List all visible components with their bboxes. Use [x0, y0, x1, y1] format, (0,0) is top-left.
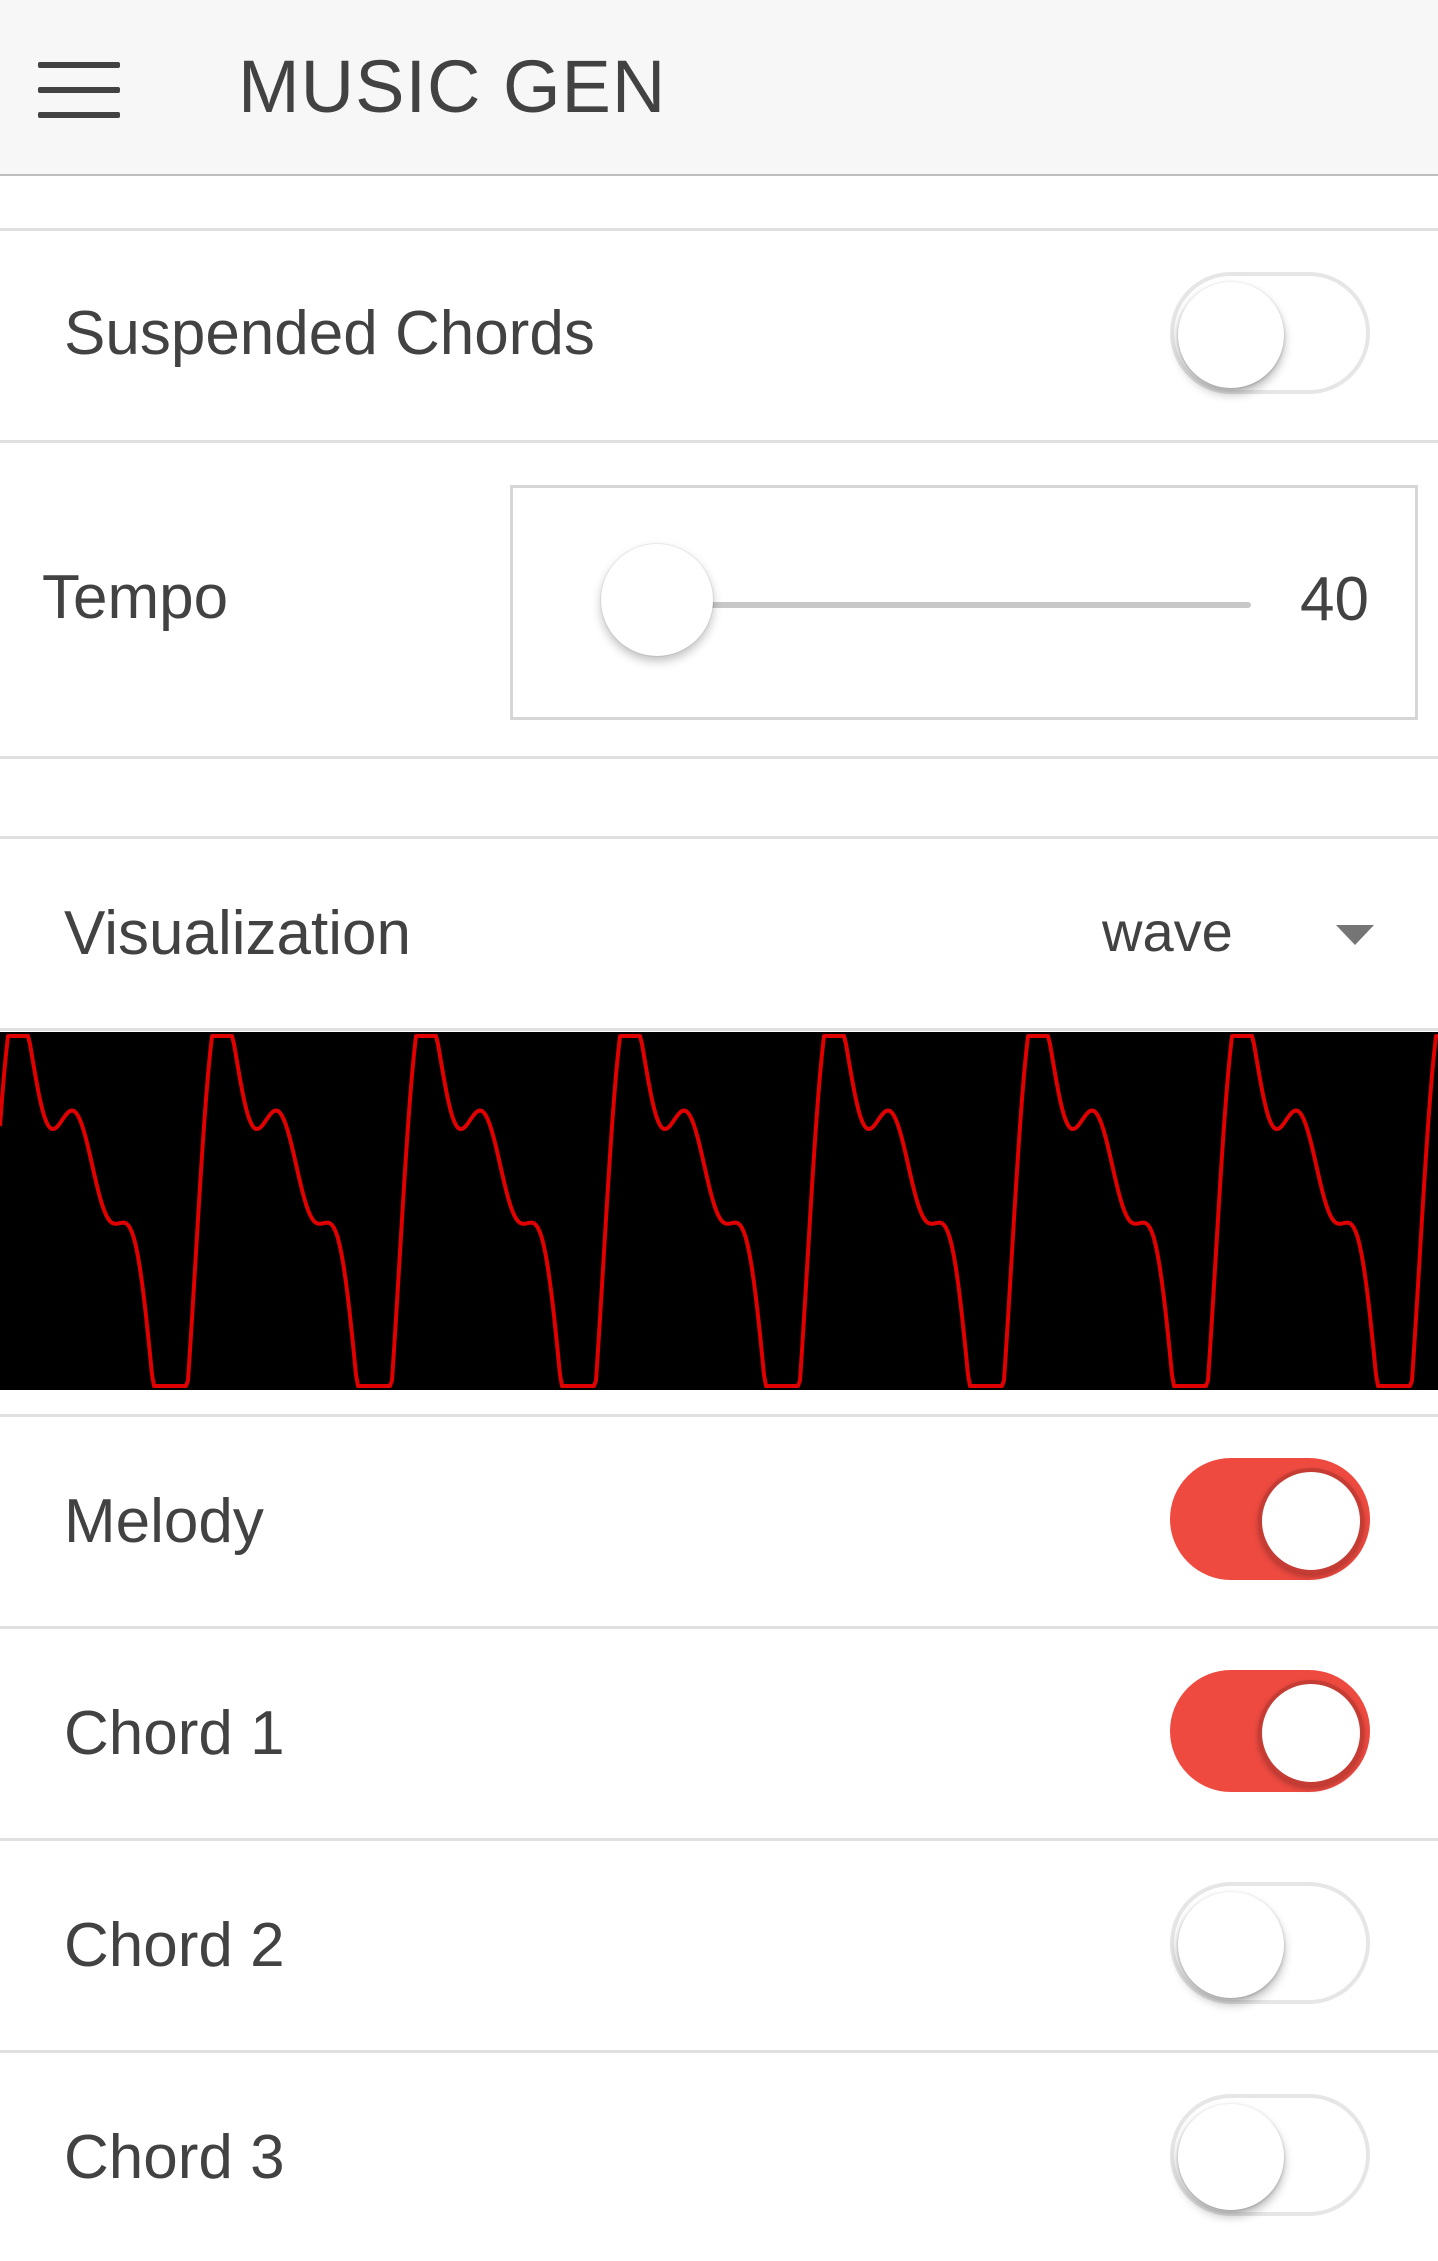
- divider: [0, 836, 1438, 839]
- suspended-chords-label: Suspended Chords: [64, 299, 595, 368]
- dropdown-arrow-icon: [1336, 925, 1374, 945]
- divider: [0, 1626, 1438, 1629]
- divider: [0, 2050, 1438, 2053]
- divider: [0, 228, 1438, 231]
- visualization-label: Visualization: [64, 899, 411, 968]
- app-title: MUSIC GEN: [238, 45, 667, 128]
- divider: [0, 440, 1438, 443]
- chord-2-label: Chord 2: [64, 1911, 285, 1980]
- divider: [0, 756, 1438, 759]
- chord-3-label: Chord 3: [64, 2123, 285, 2192]
- melody-toggle[interactable]: [1170, 1458, 1372, 1582]
- waveform-visualization: [0, 1032, 1438, 1390]
- tempo-slider-track[interactable]: [661, 602, 1251, 608]
- divider: [0, 1414, 1438, 1417]
- divider: [0, 1838, 1438, 1841]
- melody-label: Melody: [64, 1487, 264, 1556]
- tempo-value: 40: [1300, 565, 1369, 634]
- chord-1-label: Chord 1: [64, 1699, 285, 1768]
- chord-1-toggle[interactable]: [1170, 1670, 1372, 1794]
- chord-3-toggle[interactable]: [1170, 2094, 1372, 2218]
- chord-2-toggle[interactable]: [1170, 1882, 1372, 2006]
- tempo-slider-thumb[interactable]: [601, 544, 713, 656]
- tempo-control: 40: [510, 485, 1418, 720]
- suspended-chords-toggle[interactable]: [1170, 272, 1372, 396]
- visualization-select[interactable]: wave: [1080, 895, 1380, 975]
- visualization-selected-value: wave: [1102, 900, 1233, 963]
- hamburger-menu-icon[interactable]: [38, 62, 120, 118]
- app-bar: MUSIC GEN: [0, 0, 1438, 176]
- tempo-label: Tempo: [42, 563, 229, 632]
- waveform-line: [0, 1034, 1438, 1388]
- divider: [0, 1028, 1438, 1031]
